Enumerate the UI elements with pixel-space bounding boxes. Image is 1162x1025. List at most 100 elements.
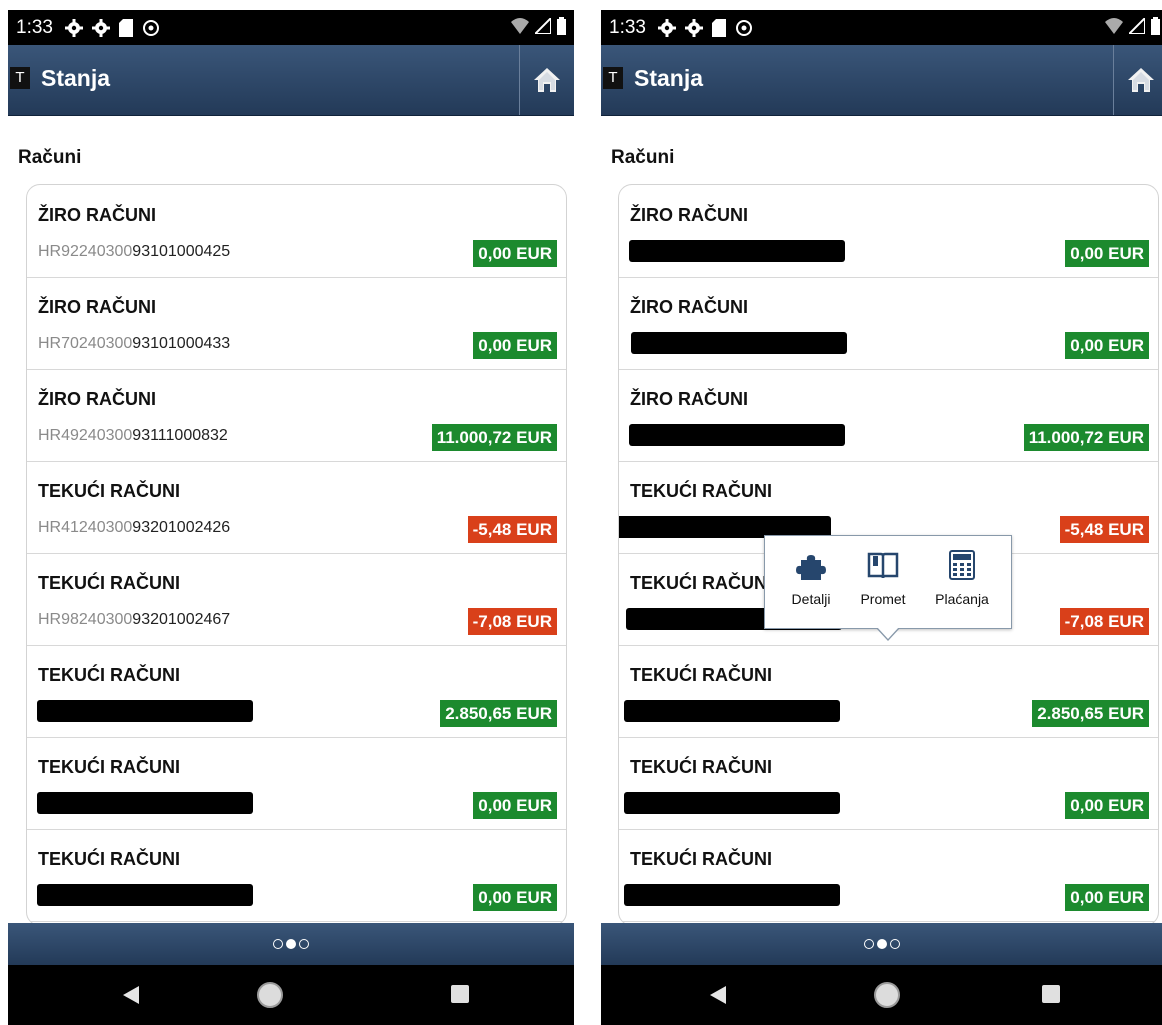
balance-badge: 0,00 EUR (473, 884, 557, 911)
account-row[interactable]: TEKUĆI RAČUNI 0,00 EUR (27, 737, 566, 830)
back-icon[interactable] (123, 986, 139, 1004)
signal-icon (535, 18, 551, 34)
home-icon (1128, 68, 1154, 92)
account-row[interactable]: ŽIRO RAČUNI 11.000,72 EUR (619, 369, 1158, 462)
home-button[interactable] (519, 45, 574, 115)
account-row[interactable]: TEKUĆI RAČUNI 0,00 EUR (619, 829, 1158, 922)
balance-badge: -7,08 EUR (1059, 608, 1149, 635)
home-circle-icon[interactable] (257, 982, 283, 1008)
phone-screen-left: 1:33 T Stanja Računi ŽIRO RAČUNI HR922403… (8, 10, 574, 1025)
account-iban: HR4124030093201002426 (38, 519, 230, 537)
gear-icon (91, 18, 110, 37)
navigation-bar (8, 965, 574, 1025)
balance-badge: 2.850,65 EUR (440, 700, 557, 727)
home-button[interactable] (1113, 45, 1162, 115)
at-icon (735, 19, 752, 36)
status-time: 1:33 (16, 16, 53, 38)
account-row[interactable]: ŽIRO RAČUNI HR4924030093111000832 11.000,7… (27, 369, 566, 462)
pager-dot[interactable] (299, 939, 309, 949)
payments-action[interactable]: Plaćanja (925, 550, 999, 607)
gear-icon (657, 18, 676, 37)
popup-pointer (876, 627, 900, 641)
iban-suffix: 93101000433 (132, 335, 231, 352)
iban-prefix: HR92240300 (38, 243, 133, 260)
redacted-iban (624, 884, 840, 906)
pager-dot[interactable] (863, 939, 874, 949)
account-type: TEKUĆI RAČUNI (38, 849, 180, 869)
section-title: Računi (611, 147, 675, 168)
account-type: TEKUĆI RAČUNI (38, 757, 180, 777)
account-row[interactable]: TEKUĆI RAČUNI 0,00 EUR (27, 829, 566, 922)
account-row[interactable]: ŽIRO RAČUNI 0,00 EUR (619, 277, 1158, 370)
app-header: T Stanja (601, 45, 1162, 116)
turnover-action[interactable]: Promet (850, 550, 916, 607)
section-title: Računi (18, 147, 82, 168)
redacted-iban (37, 792, 253, 814)
account-type: TEKUĆI RAČUNI (38, 481, 180, 501)
sd-card-icon (118, 18, 133, 37)
balance-badge: 0,00 EUR (1065, 332, 1149, 359)
redacted-iban (624, 700, 840, 722)
account-iban: HR9224030093101000425 (38, 243, 230, 261)
balance-badge: 0,00 EUR (1065, 884, 1149, 911)
balance-badge: 0,00 EUR (473, 240, 557, 267)
iban-prefix: HR98240300 (38, 611, 133, 628)
balance-badge: -5,48 EUR (1059, 516, 1149, 543)
balance-badge: 0,00 EUR (1065, 792, 1149, 819)
app-logo-icon: T (10, 67, 30, 89)
account-row[interactable]: TEKUĆI RAČUNI HR4124030093201002426 -5,48 … (27, 461, 566, 554)
accounts-card: ŽIRO RAČUNI HR9224030093101000425 0,00 EUR… (26, 184, 567, 926)
account-row[interactable]: TEKUĆI RAČUNI 2.850,65 EUR (619, 645, 1158, 738)
gear-icon (64, 18, 83, 37)
account-row[interactable]: ŽIRO RAČUNI 0,00 EUR (619, 185, 1158, 278)
account-type: TEKUĆI RAČUNI (630, 665, 772, 685)
recents-icon[interactable] (451, 985, 469, 1003)
redacted-iban (37, 700, 253, 722)
status-time: 1:33 (609, 16, 646, 38)
account-row[interactable]: TEKUĆI RAČUNI 2.850,65 EUR (27, 645, 566, 738)
pager-dot[interactable] (889, 939, 900, 949)
balance-badge: 11.000,72 EUR (1023, 424, 1149, 451)
redacted-iban (629, 424, 845, 446)
pager-dot-active[interactable] (286, 939, 296, 949)
account-row[interactable]: ŽIRO RAČUNI HR9224030093101000425 0,00 EUR (27, 185, 566, 278)
status-bar: 1:33 (8, 10, 574, 45)
account-type: ŽIRO RAČUNI (630, 205, 748, 225)
home-circle-icon[interactable] (874, 982, 900, 1008)
battery-icon (1151, 17, 1160, 35)
balance-badge: 0,00 EUR (473, 332, 557, 359)
home-icon (534, 68, 560, 92)
account-iban: HR4924030093111000832 (38, 427, 228, 445)
account-type: TEKUĆI RAČUNI (630, 849, 772, 869)
phone-screen-right: 1:33 T Stanja Računi ŽIRO RAČUNI 0,00 EUR… (601, 10, 1162, 1025)
app-header: T Stanja (8, 45, 574, 116)
account-iban: HR7024030093101000433 (38, 335, 230, 353)
account-iban: HR9824030093201002467 (38, 611, 230, 629)
iban-suffix: 93201002467 (132, 611, 231, 628)
payments-label: Plaćanja (935, 591, 989, 607)
account-type: TEKUĆI RAČUNI (38, 573, 180, 593)
account-row[interactable]: TEKUĆI RAČUNI 0,00 EUR (619, 737, 1158, 830)
iban-prefix: HR41240300 (38, 519, 133, 536)
redacted-iban (631, 332, 847, 354)
gear-icon (684, 18, 703, 37)
back-icon[interactable] (710, 986, 726, 1004)
balance-badge: 2.850,65 EUR (1032, 700, 1149, 727)
account-type: TEKUĆI RAČUNI (630, 481, 772, 501)
pager-bar (8, 923, 574, 965)
account-type: TEKUĆI RAČUNI (38, 665, 180, 685)
account-row[interactable]: ŽIRO RAČUNI HR7024030093101000433 0,00 EUR (27, 277, 566, 370)
signal-icon (1129, 18, 1145, 34)
at-icon (142, 19, 159, 36)
turnover-label: Promet (860, 591, 906, 607)
status-bar: 1:33 (601, 10, 1162, 45)
details-action[interactable]: Detalji (778, 550, 844, 607)
calculator-icon (949, 550, 975, 580)
pager-dot[interactable] (273, 939, 283, 949)
recents-icon[interactable] (1042, 985, 1060, 1003)
balance-badge: 0,00 EUR (473, 792, 557, 819)
battery-icon (557, 17, 566, 35)
account-row[interactable]: TEKUĆI RAČUNI HR9824030093201002467 -7,08 … (27, 553, 566, 646)
page-title: Stanja (634, 65, 704, 91)
pager-dot-active[interactable] (876, 939, 887, 949)
